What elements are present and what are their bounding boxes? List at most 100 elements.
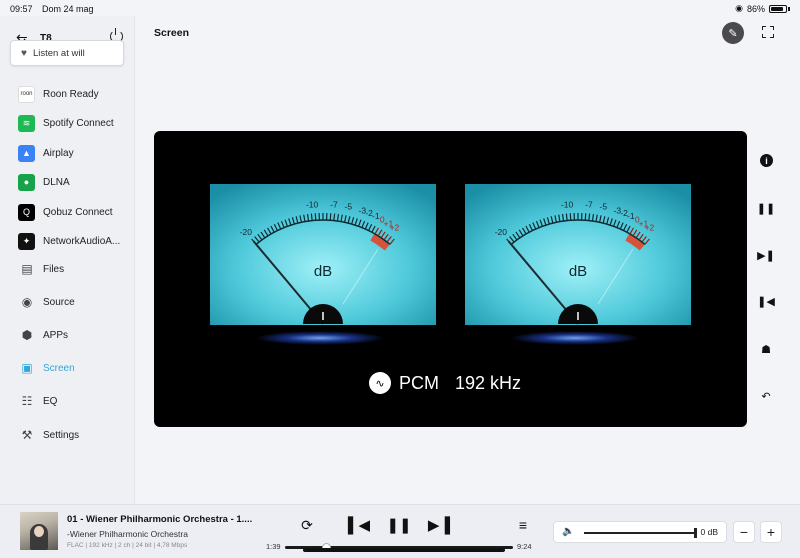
pause-icon[interactable]: ❚❚ <box>757 200 775 216</box>
page-title: Screen <box>154 27 190 39</box>
player-bar: 01 - Wiener Philharmonic Orchestra - 1..… <box>0 504 800 558</box>
right-meter-tick <box>565 213 568 221</box>
settings-icon: ⚒ <box>21 428 33 442</box>
repeat-icon[interactable]: ⟳ <box>298 516 316 534</box>
apps-icon: ⬢ <box>21 328 33 342</box>
sidebar-source-3[interactable]: ● DLNA <box>18 171 70 193</box>
volume-slider[interactable] <box>584 528 697 538</box>
qobuz-icon: Q <box>18 203 35 221</box>
right-meter-scale-label: -7 <box>585 199 593 209</box>
speaker-icon[interactable]: 🔈 <box>562 526 574 537</box>
left-meter-scale-label: -5 <box>345 202 353 212</box>
right-meter-scale-label: -20 <box>495 227 508 237</box>
next-track-icon[interactable]: ▶❚ <box>757 247 775 263</box>
heart-icon: ♥ <box>21 47 27 59</box>
left-meter-tick <box>310 213 313 221</box>
right-meter-unit: dB <box>569 263 587 280</box>
sidebar-source-2[interactable]: ▲ Airplay <box>18 142 74 164</box>
listen-at-will-button[interactable]: ♥ Listen at will <box>10 40 124 66</box>
sidebar-nav-files[interactable]: ▤ Files <box>18 258 64 280</box>
sidebar-source-0[interactable]: roon Roon Ready <box>18 83 99 105</box>
eq-icon: ☷ <box>21 394 33 408</box>
edit-button[interactable]: ✎ <box>722 22 744 44</box>
waveform-icon: ∿ <box>369 372 391 394</box>
airplay-icon: ▲ <box>18 144 35 162</box>
sidebar: ⇆ T8 roon Roon Ready ≋ Spotify Connect ▲ Airp… <box>0 16 135 504</box>
left-meter-scale-label: -1 <box>372 211 380 221</box>
home-icon[interactable]: ☗ <box>758 341 774 357</box>
sidebar-nav-settings[interactable]: ⚒ Settings <box>18 424 80 446</box>
left-meter-face: -20-10 -7 -5 -3 -2 -1 0 +1+2dB <box>210 184 436 325</box>
right-meter-scale-label: -5 <box>600 202 608 212</box>
pencil-icon: ✎ <box>728 27 738 40</box>
listen-at-will-label: Listen at will <box>32 47 85 59</box>
back-icon[interactable]: ↶ <box>758 388 774 404</box>
track-artist: -Wiener Philharmonic Orchestra <box>67 529 188 539</box>
left-meter-scale-label: -20 <box>240 227 253 237</box>
left-meter-scale-label: -7 <box>330 199 338 209</box>
sidebar-source-label: Qobuz Connect <box>43 206 113 218</box>
right-meter-face: -20-10 -7 -5 -3 -2 -1 0 +1+2dB <box>465 184 691 325</box>
source-icon: ◉ <box>21 295 33 309</box>
left-meter-scale-label: +2 <box>390 223 400 233</box>
next-button[interactable]: ▶▐ <box>428 516 450 534</box>
album-cover[interactable] <box>20 512 58 550</box>
right-meter-tick <box>588 213 591 221</box>
status-date: Dom 24 mag <box>42 4 94 14</box>
screen-icon: ▣ <box>21 361 33 375</box>
audio-format-line: ∿ PCM 192 kHz <box>369 372 521 394</box>
sidebar-nav-label: Settings <box>43 429 80 441</box>
right-meter-scale-label: -10 <box>561 199 574 209</box>
spotify-icon: ≋ <box>18 114 35 132</box>
volume-thumb[interactable] <box>694 528 697 538</box>
volume-control: 🔈 0 dB <box>553 521 727 543</box>
duration-time: 9:24 <box>517 542 532 551</box>
info-icon[interactable]: i <box>760 154 773 167</box>
right-vu-meter: -20 -10 -7 -5 -3 -2 -1 0 +1 +2 dB <box>465 184 691 345</box>
left-vu-meter: -20 -10 -7 -5 -3 -2 -1 0 +1 +2 dB <box>210 184 436 345</box>
queue-icon[interactable]: ≡ <box>514 516 532 534</box>
sidebar-nav-source[interactable]: ◉ Source <box>18 291 75 313</box>
right-meter-scale-label: +2 <box>645 223 655 233</box>
sidebar-nav-label: EQ <box>43 395 58 407</box>
volume-up-button[interactable]: + <box>760 521 782 543</box>
sidebar-nav-label: Source <box>43 296 75 308</box>
battery-icon <box>769 4 787 13</box>
sidebar-nav-label: Screen <box>43 362 75 374</box>
pause-button[interactable]: ❚❚ <box>386 516 411 534</box>
previous-track-icon[interactable]: ❚◀ <box>757 293 775 309</box>
status-time: 09:57 <box>10 4 33 14</box>
track-format-info: FLAC | 192 kHz | 2 ch | 24 bit | 4,78 Mb… <box>67 542 188 549</box>
vu-meter-display: -20 -10 -7 -5 -3 -2 -1 0 +1 +2 dB -20 -10 -7 -5 -3 -2 -1… <box>154 131 747 427</box>
sidebar-nav-apps[interactable]: ⬢ APPs <box>18 324 68 346</box>
volume-down-button[interactable]: − <box>733 521 755 543</box>
sidebar-source-label: Roon Ready <box>43 88 99 100</box>
sidebar-source-label: Spotify Connect <box>43 117 114 129</box>
left-meter-unit: dB <box>314 263 332 280</box>
sidebar-source-5[interactable]: ✦ NetworkAudioA... <box>18 230 120 252</box>
left-meter-scale-label: -10 <box>306 199 319 209</box>
fullscreen-icon[interactable] <box>762 26 774 38</box>
networkaudio-icon: ✦ <box>18 232 35 250</box>
status-right: ◉ 86% <box>735 3 790 14</box>
codec-label: PCM <box>399 372 439 393</box>
volume-value: 0 dB <box>700 527 719 537</box>
sidebar-source-label: NetworkAudioA... <box>43 235 121 247</box>
left-meter-tick <box>333 213 336 221</box>
roon-icon: roon <box>18 85 35 103</box>
sidebar-source-label: Airplay <box>43 147 74 159</box>
home-indicator <box>303 548 505 552</box>
sidebar-nav-screen[interactable]: ▣ Screen <box>18 357 75 379</box>
elapsed-time: 1:39 <box>266 542 281 551</box>
status-bar: 09:57 Dom 24 mag ◉ 86% <box>0 0 800 16</box>
folder-icon: ▤ <box>21 262 33 276</box>
track-title[interactable]: 01 - Wiener Philharmonic Orchestra - 1..… <box>67 514 252 525</box>
previous-button[interactable]: ▌◀ <box>348 516 370 534</box>
sidebar-source-1[interactable]: ≋ Spotify Connect <box>18 112 114 134</box>
dlna-icon: ● <box>18 173 35 191</box>
battery-percent: 86% <box>746 3 765 14</box>
sidebar-source-4[interactable]: Q Qobuz Connect <box>18 201 113 223</box>
sidebar-source-label: DLNA <box>43 176 70 188</box>
sample-rate-label: 192 kHz <box>455 372 522 393</box>
sidebar-nav-eq[interactable]: ☷ EQ <box>18 390 58 412</box>
